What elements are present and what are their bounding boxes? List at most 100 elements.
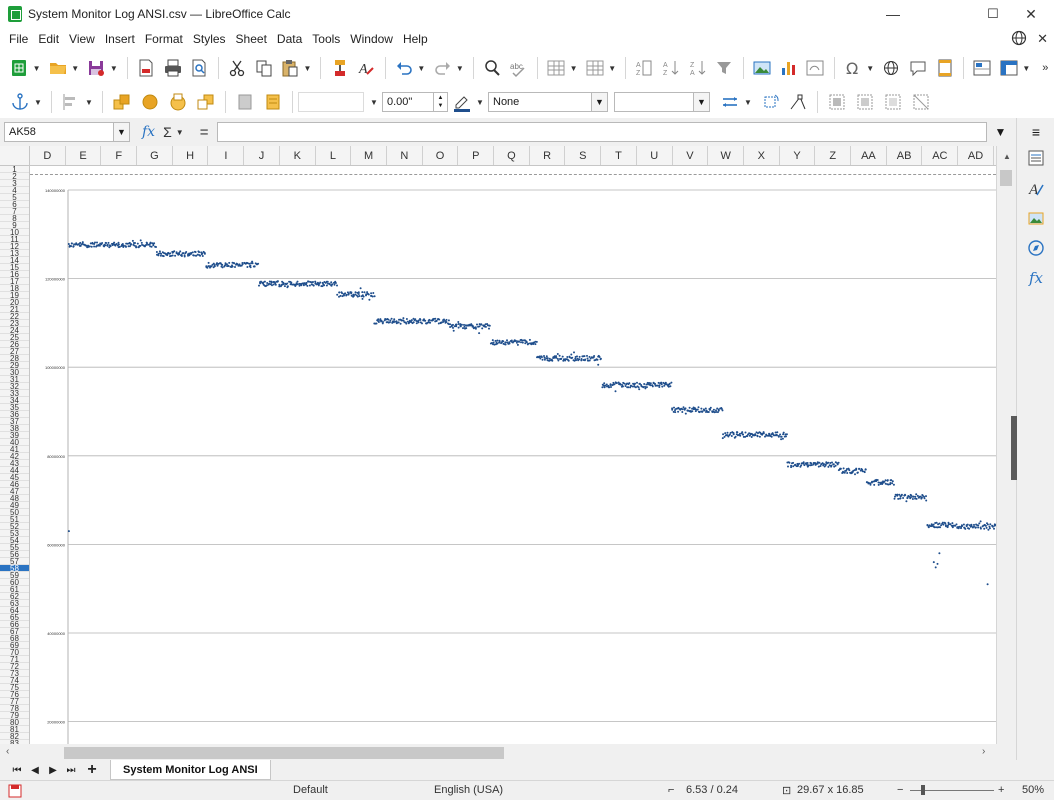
minimize-button[interactable]: —	[870, 0, 916, 28]
clear-formatting-icon[interactable]: A	[355, 56, 378, 80]
spelling-icon[interactable]: abc	[507, 56, 530, 80]
insert-chart-icon[interactable]	[777, 56, 800, 80]
column-header[interactable]: P	[458, 146, 495, 165]
special-character-dropdown-icon[interactable]: ▼	[866, 64, 874, 73]
last-sheet-icon[interactable]: ⏭	[62, 765, 80, 776]
column-header[interactable]: O	[423, 146, 459, 165]
hyperlink-icon[interactable]	[880, 56, 903, 80]
functions-icon[interactable]: fx	[1026, 268, 1046, 288]
zoom-slider-thumb[interactable]	[921, 785, 925, 795]
close-document-button[interactable]: ✕	[1037, 31, 1048, 47]
find-replace-icon[interactable]	[481, 56, 504, 80]
horizontal-scroll-thumb[interactable]	[64, 747, 504, 759]
name-box[interactable]: AK58 ▼	[4, 122, 130, 142]
column-header[interactable]: Q	[494, 146, 530, 165]
insert-image-icon[interactable]	[751, 56, 774, 80]
sum-icon[interactable]: Σ	[163, 124, 172, 140]
column-icon[interactable]	[584, 56, 607, 80]
to-foreground-icon[interactable]	[261, 90, 285, 114]
scroll-right-icon[interactable]: ›	[982, 746, 985, 757]
menu-format[interactable]: Format	[140, 28, 188, 50]
select-all-corner[interactable]	[0, 146, 30, 166]
group-icon[interactable]	[825, 90, 849, 114]
column-header[interactable]: N	[387, 146, 423, 165]
area-style-dropdown-icon[interactable]: ▼	[591, 93, 607, 111]
menu-sheet[interactable]: Sheet	[231, 28, 272, 50]
ungroup-icon[interactable]	[909, 90, 933, 114]
pivot-table-icon[interactable]	[804, 56, 827, 80]
vertical-scroll-thumb[interactable]	[1000, 170, 1012, 186]
column-header[interactable]: F	[101, 146, 138, 165]
menu-insert[interactable]: Insert	[100, 28, 140, 50]
menu-data[interactable]: Data	[272, 28, 307, 50]
row-dropdown-icon[interactable]: ▼	[570, 64, 578, 73]
open-dropdown-icon[interactable]: ▼	[71, 64, 79, 73]
column-header[interactable]: U	[637, 146, 673, 165]
toolbar-overflow-icon[interactable]: »	[1042, 62, 1050, 74]
line-color-dropdown-icon[interactable]: ▼	[476, 98, 484, 107]
add-sheet-icon[interactable]: +	[80, 761, 104, 779]
sort-ascending-icon[interactable]: AZ	[660, 56, 683, 80]
area-fill-select[interactable]: ▼	[614, 92, 710, 112]
next-sheet-icon[interactable]: ▶	[44, 765, 62, 776]
column-header[interactable]: I	[209, 146, 245, 165]
column-header[interactable]: AC	[923, 146, 959, 165]
freeze-rows-columns-icon[interactable]	[998, 56, 1021, 80]
points-icon[interactable]	[786, 90, 810, 114]
column-header[interactable]: T	[601, 146, 637, 165]
column-header[interactable]: Z	[815, 146, 852, 165]
scroll-up-icon[interactable]: ▲	[1003, 152, 1011, 161]
zoom-level-label[interactable]: 50%	[1022, 784, 1044, 796]
menu-tools[interactable]: Tools	[307, 28, 345, 50]
anchor-dropdown-icon[interactable]: ▼	[34, 98, 42, 107]
zoom-out-icon[interactable]: −	[897, 784, 903, 796]
first-sheet-icon[interactable]: ⏮	[8, 765, 26, 776]
send-to-back-icon[interactable]	[194, 90, 218, 114]
area-fill-dropdown-icon[interactable]: ▼	[693, 93, 709, 111]
sort-descending-icon[interactable]: ZA	[686, 56, 709, 80]
menu-edit[interactable]: Edit	[33, 28, 64, 50]
rotate-icon[interactable]	[758, 90, 782, 114]
clone-formatting-icon[interactable]	[328, 56, 351, 80]
column-header[interactable]: J	[244, 146, 280, 165]
sidebar-collapse-handle[interactable]	[1011, 416, 1017, 480]
exit-group-icon[interactable]	[881, 90, 905, 114]
scatter-chart[interactable]: 20000000 40000000 60000000 80000000 10000000…	[36, 180, 996, 744]
scroll-left-icon[interactable]: ‹	[6, 746, 9, 757]
zoom-in-icon[interactable]: +	[998, 784, 1004, 796]
line-width-field[interactable]: 0.00" ▲ ▼	[382, 92, 448, 112]
column-header[interactable]: AB	[887, 146, 923, 165]
previous-sheet-icon[interactable]: ◀	[26, 765, 44, 776]
print-icon[interactable]	[161, 56, 184, 80]
styles-icon[interactable]: A	[1026, 178, 1046, 198]
column-header[interactable]: G	[137, 146, 173, 165]
line-style-dropdown-icon[interactable]: ▼	[370, 98, 378, 107]
align-dropdown-icon[interactable]: ▼	[85, 98, 93, 107]
close-window-button[interactable]: ✕	[1008, 0, 1054, 28]
column-header[interactable]: X	[744, 146, 780, 165]
cut-icon[interactable]	[226, 56, 249, 80]
copy-icon[interactable]	[252, 56, 275, 80]
autofilter-icon[interactable]	[713, 56, 736, 80]
line-width-spinner[interactable]: ▲ ▼	[433, 92, 447, 112]
export-pdf-icon[interactable]	[135, 56, 158, 80]
redo-dropdown-icon[interactable]: ▼	[456, 64, 464, 73]
properties-icon[interactable]	[1026, 148, 1046, 168]
special-character-icon[interactable]: Ω	[842, 56, 865, 80]
column-header[interactable]: Y	[780, 146, 816, 165]
column-header[interactable]: H	[173, 146, 209, 165]
open-folder-icon[interactable]	[47, 56, 70, 80]
globe-icon[interactable]	[1011, 30, 1027, 49]
anchor-icon[interactable]	[8, 90, 32, 114]
column-header[interactable]: K	[280, 146, 316, 165]
expand-formula-bar-icon[interactable]: ▼	[995, 125, 1007, 139]
navigator-icon[interactable]	[1026, 238, 1046, 258]
save-dropdown-icon[interactable]: ▼	[110, 64, 118, 73]
row-icon[interactable]	[545, 56, 568, 80]
menu-view[interactable]: View	[64, 28, 100, 50]
sheet-tab[interactable]: System Monitor Log ANSI	[110, 760, 271, 780]
sort-icon[interactable]: AZ	[633, 56, 656, 80]
paste-dropdown-icon[interactable]: ▼	[304, 64, 312, 73]
sidebar-menu-icon[interactable]: ≡	[1026, 122, 1046, 142]
comment-icon[interactable]	[907, 56, 930, 80]
